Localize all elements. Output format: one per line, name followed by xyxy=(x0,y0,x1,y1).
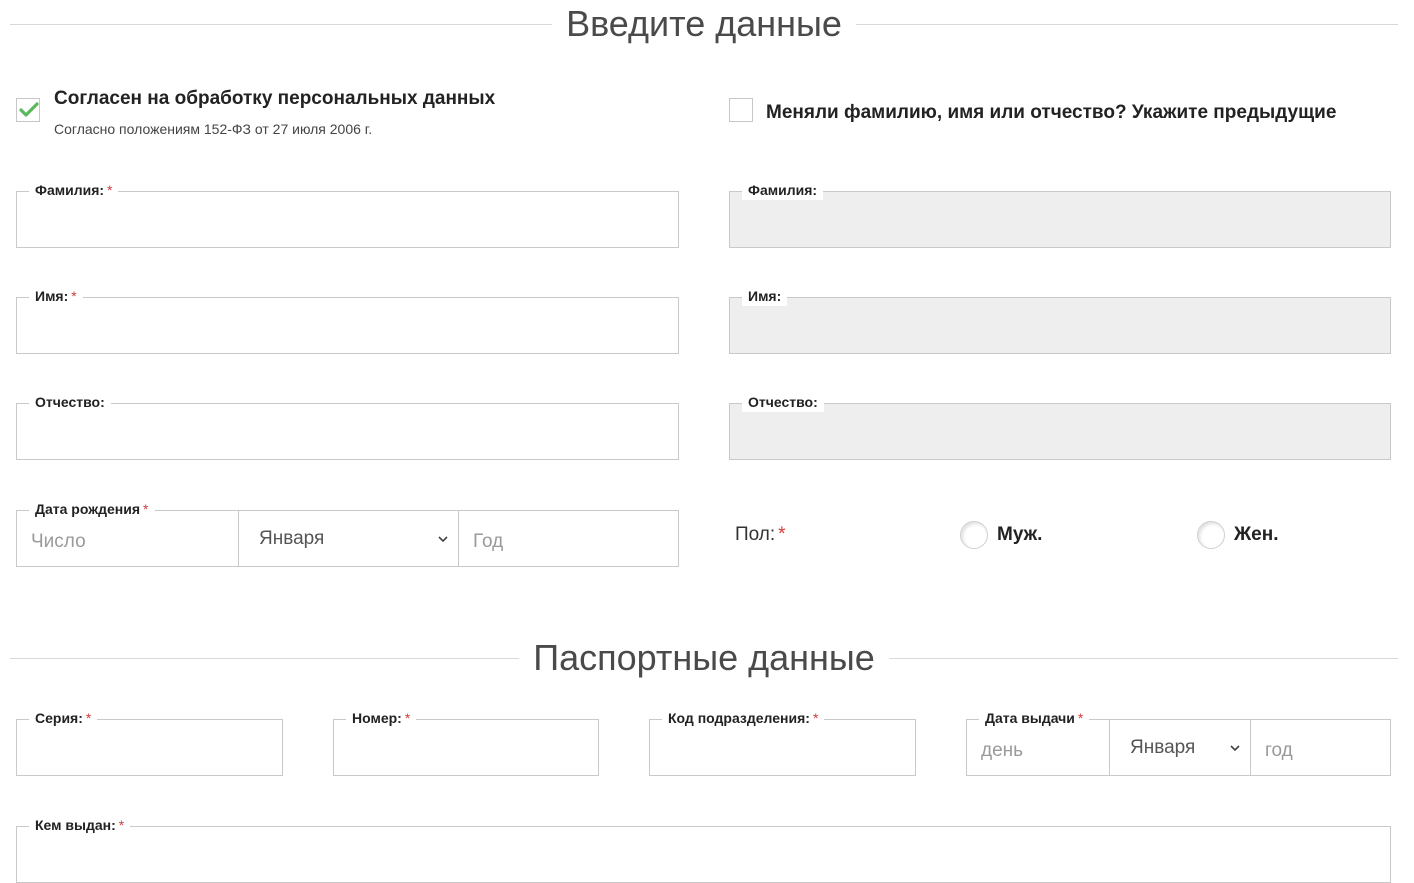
prev-patronymic-field[interactable]: Отчество: xyxy=(729,392,1391,460)
name-changed-label[interactable]: Меняли фамилию, имя или отчество? Укажит… xyxy=(766,102,1336,124)
gender-female-radio[interactable] xyxy=(1197,521,1225,549)
passport-data-heading: Паспортные данные xyxy=(10,636,1398,680)
required-marker: * xyxy=(812,710,819,726)
birth-month-select[interactable]: Января xyxy=(238,511,458,566)
passport-number-field[interactable]: Номер: * xyxy=(333,708,599,776)
birth-date-label: Дата рождения * xyxy=(29,499,155,519)
prev-patronymic-label: Отчество: xyxy=(742,392,824,412)
passport-series-field[interactable]: Серия: * xyxy=(16,708,283,776)
patronymic-input[interactable] xyxy=(17,404,678,459)
passport-number-input[interactable] xyxy=(334,720,598,775)
gender-label: Пол: * xyxy=(735,524,786,545)
required-marker: * xyxy=(1077,710,1084,726)
chevron-down-icon xyxy=(438,535,448,542)
gender-female-label[interactable]: Жен. xyxy=(1234,524,1279,546)
birth-day-input[interactable] xyxy=(17,511,238,566)
issue-date-label: Дата выдачи * xyxy=(979,708,1090,728)
consent-law-note: Согласно положениям 152-ФЗ от 27 июля 20… xyxy=(54,121,373,137)
first-name-label: Имя: * xyxy=(29,286,83,306)
prev-first-name-field[interactable]: Имя: xyxy=(729,286,1391,354)
prev-surname-field[interactable]: Фамилия: xyxy=(729,180,1391,248)
birth-year-input[interactable] xyxy=(459,511,679,566)
surname-label: Фамилия: * xyxy=(29,180,119,200)
surname-field[interactable]: Фамилия: * xyxy=(16,180,679,248)
issued-by-label: Кем выдан: * xyxy=(29,815,131,835)
chevron-down-icon xyxy=(1230,744,1240,751)
consent-checkbox[interactable] xyxy=(16,98,40,122)
division-code-label: Код подразделения: * xyxy=(662,708,825,728)
passport-series-label: Серия: * xyxy=(29,708,98,728)
required-marker: * xyxy=(85,710,92,726)
birth-date-field: Дата рождения* Января xyxy=(16,499,679,567)
division-code-field[interactable]: Код подразделения: * xyxy=(649,708,916,776)
issue-date-field: Дата выдачи* Января xyxy=(966,708,1391,776)
prev-first-name-input[interactable] xyxy=(730,298,1390,353)
first-name-field[interactable]: Имя: * xyxy=(16,286,679,354)
issue-year-input[interactable] xyxy=(1251,720,1390,775)
consent-label[interactable]: Согласен на обработку персональных данны… xyxy=(54,88,495,110)
gender-male-radio[interactable] xyxy=(960,521,988,549)
required-marker: * xyxy=(778,524,786,545)
gender-male-label[interactable]: Муж. xyxy=(997,524,1042,546)
patronymic-field[interactable]: Отчество: xyxy=(16,392,679,460)
checkmark-icon xyxy=(19,102,39,117)
patronymic-label: Отчество: xyxy=(29,392,111,412)
prev-surname-label: Фамилия: xyxy=(742,180,824,200)
prev-patronymic-input[interactable] xyxy=(730,404,1390,459)
issue-month-select[interactable]: Января xyxy=(1109,720,1250,775)
required-marker: * xyxy=(107,182,113,198)
required-marker: * xyxy=(404,710,411,726)
section-title: Паспортные данные xyxy=(519,636,889,680)
section-title: Введите данные xyxy=(552,2,856,46)
issue-month-value: Января xyxy=(1130,736,1196,758)
first-name-input[interactable] xyxy=(17,298,678,353)
personal-data-heading: Введите данные xyxy=(10,2,1398,46)
passport-number-label: Номер: * xyxy=(346,708,417,728)
prev-first-name-label: Имя: xyxy=(742,286,788,306)
surname-input[interactable] xyxy=(17,192,678,247)
required-marker: * xyxy=(118,817,125,833)
name-changed-checkbox[interactable] xyxy=(729,98,753,122)
birth-month-value: Января xyxy=(259,527,325,549)
issued-by-field[interactable]: Кем выдан: * xyxy=(16,815,1391,883)
division-code-input[interactable] xyxy=(650,720,915,775)
issued-by-input[interactable] xyxy=(17,827,1390,882)
issue-day-input[interactable] xyxy=(967,720,1109,775)
prev-surname-input[interactable] xyxy=(730,192,1390,247)
passport-series-input[interactable] xyxy=(17,720,282,775)
required-marker: * xyxy=(71,288,77,304)
required-marker: * xyxy=(143,501,149,517)
